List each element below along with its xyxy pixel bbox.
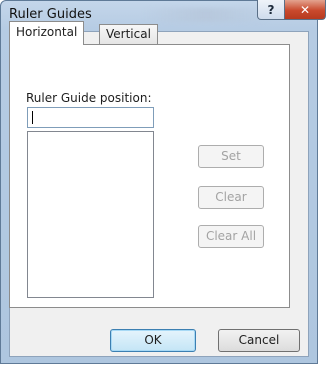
ok-button[interactable]: OK xyxy=(110,329,196,352)
tab-vertical[interactable]: Vertical xyxy=(99,24,158,45)
ruler-guide-list[interactable] xyxy=(27,131,154,298)
tab-horizontal[interactable]: Horizontal xyxy=(9,21,85,45)
close-icon: ✕ xyxy=(299,2,311,17)
help-button[interactable]: ? xyxy=(257,0,285,20)
help-icon: ? xyxy=(267,2,275,17)
clear-all-button[interactable]: Clear All xyxy=(198,225,264,248)
dialog-title: Ruler Guides xyxy=(9,7,92,22)
set-button[interactable]: Set xyxy=(198,145,264,168)
close-button[interactable]: ✕ xyxy=(284,0,326,20)
clear-button[interactable]: Clear xyxy=(198,186,264,209)
background-title-ghost xyxy=(141,8,271,22)
ruler-guide-position-label: Ruler Guide position: xyxy=(26,91,152,105)
text-caret xyxy=(32,111,33,124)
ruler-guide-position-input[interactable] xyxy=(27,107,154,128)
cancel-button[interactable]: Cancel xyxy=(218,329,300,352)
